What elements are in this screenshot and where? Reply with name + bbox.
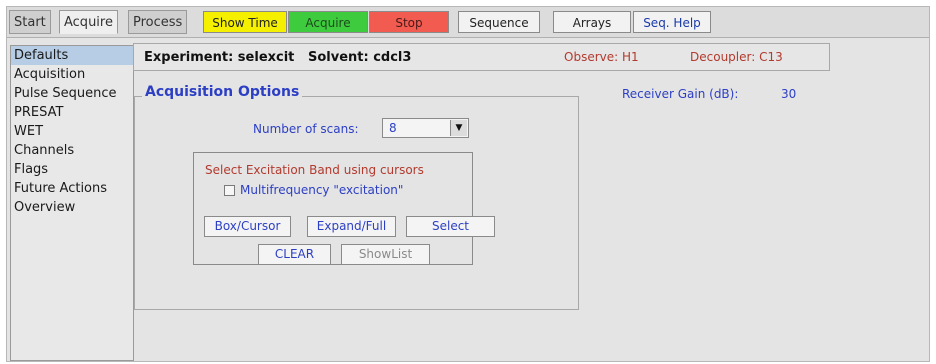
experiment-solvent-label: Experiment: selexcit Solvent: cdcl3 — [144, 50, 412, 65]
seq-help-button[interactable]: Seq. Help — [633, 11, 711, 33]
sidebar-item-acquisition[interactable]: Acquisition — [11, 65, 133, 84]
sidebar-item-flags[interactable]: Flags — [11, 160, 133, 179]
select-button[interactable]: Select — [406, 216, 495, 237]
sidebar-item-channels[interactable]: Channels — [11, 141, 133, 160]
chevron-down-icon[interactable]: ▼ — [450, 120, 467, 136]
sidebar-item-defaults[interactable]: Defaults — [11, 46, 133, 65]
receiver-gain-label: Receiver Gain (dB): — [622, 87, 739, 101]
arrays-button[interactable]: Arrays — [553, 11, 631, 33]
excitation-band-title: Select Excitation Band using cursors — [205, 163, 424, 177]
acquire-button[interactable]: Acquire — [288, 11, 368, 33]
receiver-gain-value[interactable]: 30 — [781, 87, 796, 101]
sidebar-item-future-actions[interactable]: Future Actions — [11, 179, 133, 198]
number-of-scans-value: 8 — [389, 121, 397, 135]
tab-process[interactable]: Process — [128, 10, 188, 34]
number-of-scans-label: Number of scans: — [253, 122, 359, 136]
sidebar-item-presat[interactable]: PRESAT — [11, 103, 133, 122]
number-of-scans-select[interactable]: 8 ▼ — [382, 118, 469, 138]
clear-button[interactable]: CLEAR — [258, 244, 331, 265]
stop-button[interactable]: Stop — [369, 11, 449, 33]
sidebar-item-wet[interactable]: WET — [11, 122, 133, 141]
tab-start[interactable]: Start — [9, 10, 51, 34]
decoupler-label: Decoupler: C13 — [690, 50, 783, 64]
multifrequency-checkbox[interactable] — [224, 185, 235, 196]
acquisition-options-title: Acquisition Options — [142, 84, 303, 100]
sidebar: Defaults Acquisition Pulse Sequence PRES… — [10, 45, 134, 361]
sidebar-item-pulse-sequence[interactable]: Pulse Sequence — [11, 84, 133, 103]
excitation-band-panel: Select Excitation Band using cursors Mul… — [193, 152, 495, 265]
box-cursor-button[interactable]: Box/Cursor — [204, 216, 291, 237]
sidebar-item-overview[interactable]: Overview — [11, 198, 133, 217]
multifrequency-label[interactable]: Multifrequency "excitation" — [240, 183, 403, 197]
show-time-button[interactable]: Show Time — [203, 11, 287, 33]
tab-acquire[interactable]: Acquire — [59, 10, 118, 34]
sequence-button[interactable]: Sequence — [458, 11, 540, 33]
showlist-button[interactable]: ShowList — [341, 244, 430, 265]
observe-label: Observe: H1 — [564, 50, 639, 64]
expand-full-button[interactable]: Expand/Full — [307, 216, 396, 237]
experiment-header: Experiment: selexcit Solvent: cdcl3 Obse… — [133, 43, 830, 71]
top-toolbar: Start Acquire Process Show Time Acquire … — [7, 7, 929, 38]
